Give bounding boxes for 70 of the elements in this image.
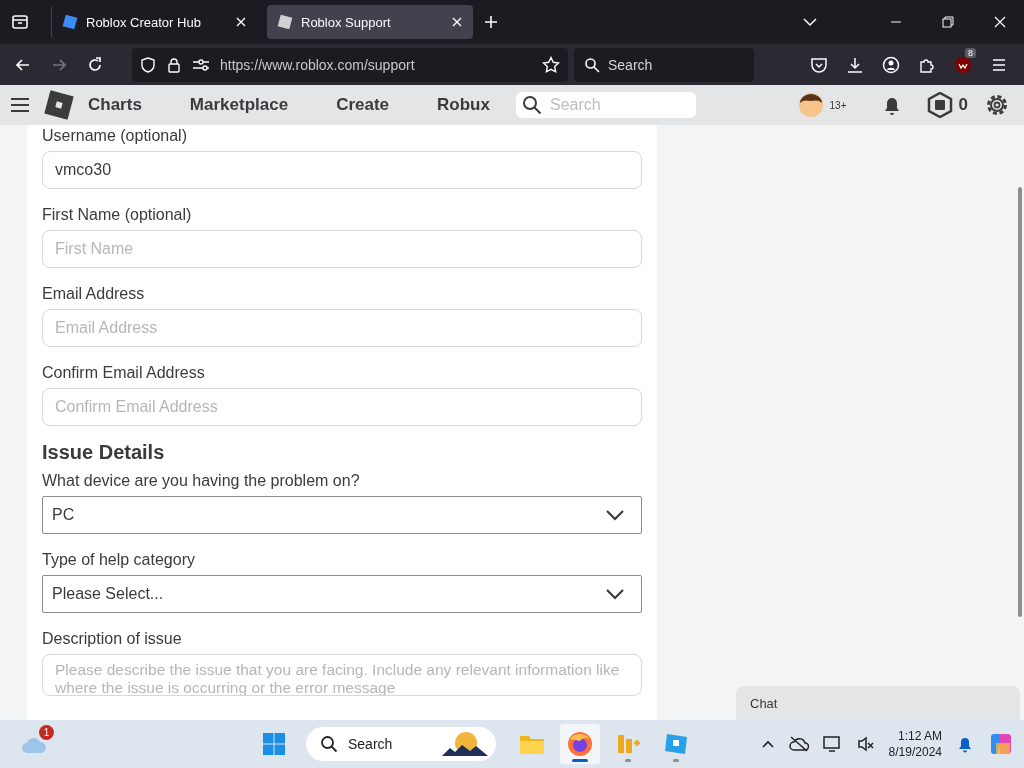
search-icon	[521, 95, 542, 115]
menu-icon[interactable]	[10, 96, 30, 114]
extension-icon[interactable]	[954, 55, 972, 74]
roblox-logo-icon[interactable]	[44, 90, 74, 120]
field-label: What device are you having the problem on?	[42, 472, 361, 490]
copilot-icon[interactable]	[988, 731, 1014, 757]
settings-icon[interactable]	[984, 92, 1010, 118]
count-badge: 8	[965, 47, 976, 58]
search-icon	[584, 56, 600, 73]
dropdown[interactable]: PC	[42, 496, 642, 534]
account-icon[interactable]	[882, 55, 900, 74]
download-icon[interactable]	[846, 55, 864, 74]
close-icon[interactable]	[994, 16, 1006, 28]
robux-icon[interactable]	[926, 92, 953, 118]
field-label: Confirm Email Address	[42, 364, 206, 382]
star-icon[interactable]	[542, 55, 560, 74]
sliders-icon[interactable]	[192, 56, 210, 73]
field-label: Description of issue	[42, 630, 183, 648]
bell-icon[interactable]	[956, 735, 974, 753]
avatar-icon[interactable]	[797, 92, 824, 118]
robux-balance: 0	[958, 95, 968, 115]
cloud-off-icon[interactable]	[788, 736, 809, 752]
input-field[interactable]: Confirm Email Address	[42, 388, 642, 426]
start-icon[interactable]	[262, 732, 286, 756]
reload-icon[interactable]	[86, 55, 104, 74]
close-icon[interactable]	[451, 16, 463, 28]
age-label: 13+	[829, 99, 847, 111]
monitor-icon[interactable]	[822, 735, 843, 753]
search-field[interactable]: Search	[306, 727, 496, 761]
browser-icon	[567, 731, 593, 757]
tab-list-icon[interactable]	[11, 13, 29, 31]
section-heading: Issue Details	[42, 441, 166, 464]
dropdown[interactable]: Please Select...	[42, 575, 642, 613]
chat-panel[interactable]: Chat	[736, 686, 1020, 720]
studio-icon	[663, 731, 689, 757]
roblox-logo-icon	[62, 14, 78, 30]
lock-icon	[166, 56, 182, 73]
scrollbar-thumb[interactable]	[1018, 187, 1022, 617]
input-field[interactable]: First Name	[42, 230, 642, 268]
close-icon[interactable]	[235, 16, 247, 28]
browser-tab[interactable]: Roblox Support	[267, 5, 473, 39]
landscape-icon	[440, 730, 490, 758]
roblox-logo-icon	[277, 14, 293, 30]
search-field[interactable]: Search	[574, 47, 754, 82]
chevron-down-icon	[605, 509, 625, 521]
address-bar[interactable]: https://www.roblox.com/support	[132, 47, 568, 82]
nav-link[interactable]: Marketplace	[189, 95, 289, 115]
input-field[interactable]: vmco30	[42, 151, 642, 189]
pocket-icon[interactable]	[810, 55, 828, 74]
taskbar-app[interactable]	[560, 724, 600, 764]
chevron-down-icon	[605, 588, 625, 600]
restore-icon[interactable]	[942, 16, 954, 28]
input-field[interactable]: Email Address	[42, 309, 642, 347]
new-tab-icon[interactable]	[483, 14, 499, 30]
field-label: First Name (optional)	[42, 206, 193, 224]
clock-date[interactable]: 8/19/2024	[888, 745, 942, 759]
notification-badge: 1	[39, 725, 54, 740]
chevron-up-icon[interactable]	[760, 739, 775, 749]
browser-tab[interactable]: Roblox Creator Hub	[51, 5, 257, 39]
folder-icon	[519, 733, 545, 755]
nav-link[interactable]: Create	[336, 95, 390, 115]
clock-time[interactable]: 1:12 AM	[897, 729, 942, 743]
field-label: Username (optional)	[42, 127, 188, 145]
search-icon	[320, 735, 338, 753]
shield-icon	[140, 56, 156, 73]
nav-link[interactable]: Charts	[88, 95, 142, 115]
field-label: Email Address	[42, 285, 146, 303]
nav-link[interactable]: Robux	[437, 95, 490, 115]
field-label: Type of help category	[42, 551, 196, 569]
volume-off-icon[interactable]	[856, 735, 875, 753]
